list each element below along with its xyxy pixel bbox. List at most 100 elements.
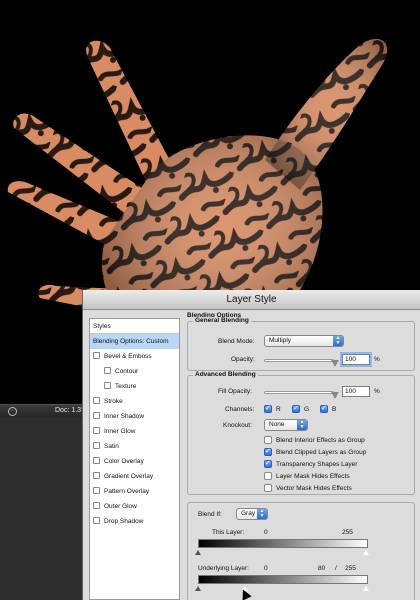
style-item[interactable]: Inner Shadow (90, 409, 179, 424)
style-item-label: Satin (104, 443, 119, 450)
advanced-blending-title: Advanced Blending (193, 371, 258, 378)
underlying-white-slider[interactable] (363, 586, 369, 591)
layer-mask-hides-label: Layer Mask Hides Effects (276, 473, 350, 480)
style-item[interactable]: Color Overlay (90, 454, 179, 469)
styles-panel: Styles Blending Options: Custom Bevel & E… (89, 318, 180, 600)
channel-r-label: R (276, 406, 281, 413)
channels-label: Channels: (225, 406, 255, 413)
blend-if-group: Blend If: Gray ▲ ▼ This Layer: 0 255 Unde… (187, 502, 415, 600)
style-item-label: Pattern Overlay (104, 488, 150, 495)
underlying-low-value: 0 (264, 565, 268, 572)
styles-list: Blending Options: Custom Bevel & Emboss Co… (90, 334, 179, 529)
style-item[interactable]: Gradient Overlay (90, 469, 179, 484)
channel-r-checkbox[interactable] (264, 404, 272, 413)
transparency-shapes-label: Transparency Shapes Layer (276, 461, 358, 468)
blend-interior-label: Blend Interior Effects as Group (276, 437, 365, 444)
style-item-label: Inner Shadow (104, 413, 145, 420)
style-item[interactable]: Stroke (90, 394, 179, 409)
knockout-value: None (269, 421, 285, 428)
blend-if-label: Blend If: (198, 511, 222, 518)
style-item-checkbox[interactable] (104, 366, 111, 374)
this-layer-white-slider[interactable] (363, 550, 369, 555)
transparency-shapes-checkbox[interactable] (264, 459, 272, 468)
underlying-layer-label: Underlying Layer: (198, 565, 249, 572)
layer-style-dialog: Layer Style Styles Blending Options: Cus… (82, 290, 420, 600)
blend-clipped-checkbox[interactable] (264, 447, 272, 456)
select-arrows-icon: ▲ ▼ (333, 336, 343, 346)
style-item-label: Outer Glow (104, 503, 137, 510)
this-layer-label: This Layer: (212, 529, 245, 536)
style-item-checkbox[interactable] (93, 441, 100, 449)
vector-mask-hides-checkbox[interactable] (264, 484, 272, 492)
opacity-input[interactable]: 100 (342, 354, 370, 365)
style-item-label: Texture (115, 383, 137, 390)
style-item-label: Inner Glow (104, 428, 136, 435)
style-item[interactable]: Texture (90, 379, 179, 394)
advanced-blending-group: Advanced Blending Fill Opacity: 100 % Ch… (187, 371, 415, 495)
fill-opacity-label: Fill Opacity: (218, 388, 252, 395)
select-arrows-icon: ▲ ▼ (297, 420, 307, 430)
status-bar: ◦ Doc: 1.3? (0, 404, 85, 418)
this-layer-high-value: 255 (342, 529, 353, 536)
opacity-label: Opacity: (231, 356, 255, 363)
general-blending-group: General Blending Blend Mode: Multiply ▲ ▼… (187, 317, 415, 371)
underlying-mid-value: 80 (318, 565, 326, 572)
navigator-icon[interactable]: ◦ (8, 407, 17, 416)
style-item-checkbox[interactable] (93, 411, 100, 419)
fill-opacity-unit: % (374, 388, 380, 395)
doc-size-label: Doc: 1.3? (55, 407, 85, 414)
style-item-checkbox[interactable] (104, 381, 111, 389)
style-item-checkbox[interactable] (93, 396, 100, 404)
fill-opacity-input[interactable]: 100 (342, 386, 370, 397)
style-item[interactable]: Bevel & Emboss (90, 349, 179, 364)
blend-mode-label: Blend Mode: (218, 338, 255, 345)
style-item[interactable]: Pattern Overlay (90, 484, 179, 499)
vector-mask-hides-label: Vector Mask Hides Effects (276, 485, 352, 492)
style-item-checkbox[interactable] (93, 471, 100, 479)
style-item-label: Bevel & Emboss (104, 353, 152, 360)
channel-g-label: G (304, 406, 310, 413)
this-layer-black-slider[interactable] (195, 550, 201, 555)
style-item[interactable]: Contour (90, 364, 179, 379)
fill-opacity-slider-thumb[interactable] (331, 392, 339, 399)
style-item-checkbox[interactable] (93, 516, 100, 524)
underlying-black-slider[interactable] (195, 586, 201, 591)
style-item-label: Blending Options: Custom (93, 338, 169, 345)
blend-interior-checkbox[interactable] (264, 436, 272, 444)
style-item[interactable]: Drop Shadow (90, 514, 179, 529)
style-item-checkbox[interactable] (93, 351, 100, 359)
channel-b-checkbox[interactable] (320, 404, 328, 413)
styles-header: Styles (90, 319, 179, 334)
knockout-select[interactable]: None ▲ ▼ (264, 419, 308, 431)
channel-g-checkbox[interactable] (292, 404, 300, 413)
style-item-checkbox[interactable] (93, 456, 100, 464)
style-item[interactable]: Outer Glow (90, 499, 179, 514)
style-item-label: Stroke (104, 398, 123, 405)
workspace-background (0, 418, 82, 600)
underlying-layer-gradient (198, 575, 368, 584)
style-item[interactable]: Satin (90, 439, 179, 454)
style-item[interactable]: Inner Glow (90, 424, 179, 439)
style-item-label: Contour (115, 368, 139, 375)
blend-if-select[interactable]: Gray ▲ ▼ (236, 508, 268, 520)
opacity-slider-thumb[interactable] (331, 360, 339, 367)
style-item-label: Color Overlay (104, 458, 144, 465)
blend-clipped-label: Blend Clipped Layers as Group (276, 449, 367, 456)
style-item-label: Drop Shadow (104, 518, 144, 525)
opacity-unit: % (374, 356, 380, 363)
layer-mask-hides-checkbox[interactable] (264, 472, 272, 480)
style-item-checkbox[interactable] (93, 426, 100, 434)
general-blending-title: General Blending (193, 317, 251, 324)
style-item-checkbox[interactable] (93, 501, 100, 509)
channel-b-label: B (332, 406, 337, 413)
mouse-cursor-icon (238, 587, 252, 600)
opacity-slider[interactable] (264, 359, 334, 362)
dialog-title[interactable]: Layer Style (83, 290, 420, 310)
style-item[interactable]: Blending Options: Custom (90, 334, 179, 349)
style-item-label: Gradient Overlay (104, 473, 154, 480)
fill-opacity-slider[interactable] (264, 391, 334, 394)
this-layer-gradient (198, 539, 368, 548)
blend-mode-select[interactable]: Multiply ▲ ▼ (264, 335, 344, 347)
underlying-separator: / (335, 565, 337, 572)
style-item-checkbox[interactable] (93, 486, 100, 494)
